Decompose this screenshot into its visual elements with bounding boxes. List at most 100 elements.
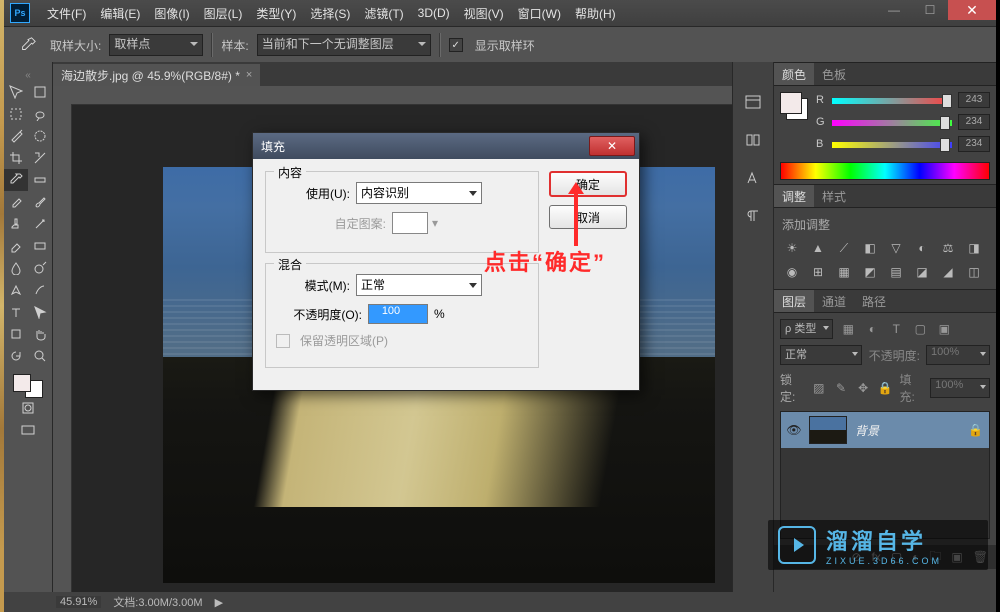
color-spectrum[interactable] bbox=[780, 162, 990, 180]
lock-position-icon[interactable]: ✎ bbox=[833, 379, 849, 397]
filter-type-icon[interactable]: T bbox=[887, 320, 905, 338]
menu-layer[interactable]: 图层(L) bbox=[197, 5, 250, 22]
ruler-vertical[interactable] bbox=[53, 104, 72, 592]
menu-3d[interactable]: 3D(D) bbox=[411, 6, 457, 20]
marquee-tool-icon[interactable] bbox=[4, 103, 28, 125]
ruler-horizontal[interactable] bbox=[71, 86, 732, 105]
eraser-tool-icon[interactable] bbox=[4, 235, 28, 257]
tab-channels[interactable]: 通道 bbox=[814, 290, 854, 312]
r-slider[interactable] bbox=[832, 94, 952, 106]
use-select[interactable]: 内容识别 bbox=[356, 182, 482, 204]
healing-tool-icon[interactable] bbox=[4, 191, 28, 213]
zoom-level[interactable]: 45.91% bbox=[56, 596, 101, 608]
screenmode-icon[interactable] bbox=[4, 419, 52, 441]
opacity-input[interactable]: 100 bbox=[368, 304, 428, 324]
menu-image[interactable]: 图像(I) bbox=[147, 5, 196, 22]
dodge-tool-icon[interactable] bbox=[28, 257, 52, 279]
close-button[interactable]: ✕ bbox=[948, 0, 996, 20]
quickmask-icon[interactable] bbox=[4, 397, 52, 419]
gradient-tool-icon[interactable] bbox=[28, 235, 52, 257]
zoom-tool-icon[interactable] bbox=[28, 345, 52, 367]
adj-photo-icon[interactable]: ◉ bbox=[782, 263, 802, 281]
dialog-close-button[interactable]: ✕ bbox=[589, 136, 635, 156]
menu-select[interactable]: 选择(S) bbox=[303, 5, 357, 22]
menu-view[interactable]: 视图(V) bbox=[457, 5, 511, 22]
adj-gradient-icon[interactable]: ◢ bbox=[938, 263, 958, 281]
opacity-select[interactable]: 100% bbox=[926, 345, 990, 365]
menu-type[interactable]: 类型(Y) bbox=[249, 5, 303, 22]
filter-smart-icon[interactable]: ▣ bbox=[935, 320, 953, 338]
filter-shape-icon[interactable]: ▢ bbox=[911, 320, 929, 338]
history-panel-icon[interactable] bbox=[738, 90, 768, 114]
mode-select[interactable]: 正常 bbox=[356, 274, 482, 296]
filter-adjust-icon[interactable]: ◐ bbox=[863, 320, 881, 338]
layer-item[interactable]: 👁 背景 🔒 bbox=[781, 412, 989, 448]
blend-mode-select[interactable]: 正常 bbox=[780, 345, 862, 365]
stamp-tool-icon[interactable] bbox=[4, 213, 28, 235]
adj-lookup-icon[interactable]: ▦ bbox=[834, 263, 854, 281]
tab-adjust[interactable]: 调整 bbox=[774, 185, 814, 207]
filter-image-icon[interactable]: ▦ bbox=[839, 320, 857, 338]
adj-vibrance-icon[interactable]: ▽ bbox=[886, 239, 906, 257]
menu-filter[interactable]: 滤镜(T) bbox=[357, 5, 410, 22]
b-slider[interactable] bbox=[832, 138, 952, 150]
fg-bg-swatch[interactable] bbox=[780, 92, 808, 120]
layer-name[interactable]: 背景 bbox=[855, 422, 879, 439]
tab-swatches[interactable]: 色板 bbox=[814, 63, 854, 85]
adj-mixer-icon[interactable]: ⊞ bbox=[808, 263, 828, 281]
sample-select[interactable]: 当前和下一个无调整图层 bbox=[257, 34, 431, 56]
ok-button[interactable]: 确定 bbox=[549, 171, 627, 197]
brush-tool-icon[interactable] bbox=[28, 191, 52, 213]
show-ring-checkbox[interactable]: ✓ bbox=[449, 38, 463, 52]
menu-edit[interactable]: 编辑(E) bbox=[93, 5, 147, 22]
toolbar-collapse[interactable]: « bbox=[4, 70, 52, 81]
tab-layers[interactable]: 图层 bbox=[774, 290, 814, 312]
path-tool-icon[interactable] bbox=[28, 301, 52, 323]
hand-tool-icon[interactable] bbox=[28, 323, 52, 345]
adj-curves-icon[interactable]: ⟋ bbox=[834, 239, 854, 257]
adj-exposure-icon[interactable]: ◧ bbox=[860, 239, 880, 257]
adj-balance-icon[interactable]: ⚖ bbox=[938, 239, 958, 257]
pen-tool-icon[interactable] bbox=[4, 279, 28, 301]
adj-levels-icon[interactable]: ▲ bbox=[808, 239, 828, 257]
fill-select[interactable]: 100% bbox=[930, 378, 990, 398]
character-panel-icon[interactable] bbox=[738, 166, 768, 190]
tab-paths[interactable]: 路径 bbox=[854, 290, 894, 312]
menu-file[interactable]: 文件(F) bbox=[40, 5, 93, 22]
b-value[interactable]: 234 bbox=[958, 136, 990, 152]
lock-move-icon[interactable]: ✥ bbox=[855, 379, 871, 397]
type-tool-icon[interactable] bbox=[4, 301, 28, 323]
adj-selective-icon[interactable]: ◫ bbox=[964, 263, 984, 281]
adj-threshold-icon[interactable]: ◪ bbox=[912, 263, 932, 281]
adj-brightness-icon[interactable]: ☀ bbox=[782, 239, 802, 257]
blur-tool-icon[interactable] bbox=[4, 257, 28, 279]
tab-styles[interactable]: 样式 bbox=[814, 185, 854, 207]
tab-color[interactable]: 颜色 bbox=[774, 63, 814, 85]
move-tool-icon[interactable] bbox=[4, 81, 28, 103]
adj-bw-icon[interactable]: ◨ bbox=[964, 239, 984, 257]
artboard-tool-icon[interactable] bbox=[28, 81, 52, 103]
r-value[interactable]: 243 bbox=[958, 92, 990, 108]
quickselect-tool-icon[interactable] bbox=[28, 125, 52, 147]
doc-info-caret[interactable]: ▶ bbox=[215, 596, 223, 609]
adj-poster-icon[interactable]: ▤ bbox=[886, 263, 906, 281]
crop-tool-icon[interactable] bbox=[4, 147, 28, 169]
history-tool-icon[interactable] bbox=[28, 213, 52, 235]
g-value[interactable]: 234 bbox=[958, 114, 990, 130]
visibility-icon[interactable]: 👁 bbox=[787, 423, 801, 437]
lasso-tool-icon[interactable] bbox=[28, 103, 52, 125]
slice-tool-icon[interactable] bbox=[28, 147, 52, 169]
sample-size-select[interactable]: 取样点 bbox=[109, 34, 203, 56]
menu-help[interactable]: 帮助(H) bbox=[568, 5, 623, 22]
g-slider[interactable] bbox=[832, 116, 952, 128]
close-tab-icon[interactable]: × bbox=[246, 69, 252, 81]
paragraph-panel-icon[interactable] bbox=[738, 204, 768, 228]
maximize-button[interactable]: ☐ bbox=[912, 0, 948, 20]
ruler-tool-icon[interactable] bbox=[28, 169, 52, 191]
layer-thumbnail[interactable] bbox=[809, 416, 847, 444]
layer-lock-icon[interactable]: 🔒 bbox=[968, 423, 983, 437]
rotate-tool-icon[interactable] bbox=[4, 345, 28, 367]
properties-panel-icon[interactable] bbox=[738, 128, 768, 152]
layer-filter-select[interactable]: ρ 类型 bbox=[780, 319, 833, 339]
freeform-pen-icon[interactable] bbox=[28, 279, 52, 301]
